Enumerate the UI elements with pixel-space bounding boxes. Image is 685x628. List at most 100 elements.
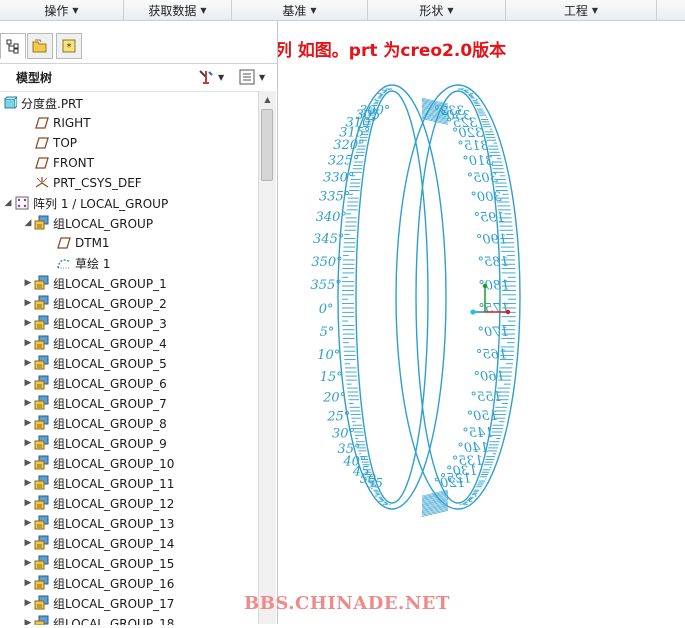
dial-label-left: 15°	[320, 370, 343, 385]
tree-item[interactable]: ▶ 组LOCAL_GROUP_3	[22, 313, 167, 333]
group-icon	[34, 395, 50, 411]
expand-closed-icon[interactable]: ▶	[22, 318, 34, 328]
dial-label-left: 340°	[316, 210, 347, 225]
group-icon	[34, 455, 50, 471]
tree-item-label: TOP	[53, 136, 78, 150]
group-icon	[34, 375, 50, 391]
expand-closed-icon[interactable]: ▶	[22, 578, 34, 588]
dial-label-right: 185°	[477, 255, 508, 270]
expand-open-icon[interactable]: ◢	[2, 198, 14, 208]
tree-item-label: 组LOCAL_GROUP_2	[53, 296, 167, 311]
ribbon-group-4[interactable]: 工程 ▼	[506, 0, 657, 20]
tab-model-tree[interactable]	[0, 33, 26, 59]
tree-item[interactable]: 分度盘.PRT	[2, 93, 83, 113]
group-icon	[34, 435, 50, 451]
scrollbar-thumb[interactable]	[261, 109, 273, 181]
dial-label-right: 155°	[470, 390, 501, 405]
dial-label-right: 310°	[462, 154, 493, 169]
tree-item-label: 组LOCAL_GROUP_8	[53, 416, 167, 431]
tree-item-label: 阵列 1 / LOCAL_GROUP	[33, 196, 169, 211]
tree-item[interactable]: ▶ 组LOCAL_GROUP_1	[22, 273, 167, 293]
tree-item[interactable]: ▶ 组LOCAL_GROUP_2	[22, 293, 167, 313]
dial-label-right: 150°	[467, 409, 498, 424]
tree-scrollbar[interactable]: ▲	[258, 91, 276, 624]
tree-item[interactable]: ▶ 组LOCAL_GROUP_4	[22, 333, 167, 353]
x-axis-tip	[505, 309, 511, 315]
tree-item[interactable]: DTM1	[44, 233, 110, 253]
ribbon-group-2[interactable]: 基准 ▼	[232, 0, 368, 20]
tree-item[interactable]: FRONT	[22, 153, 94, 173]
expand-closed-icon[interactable]: ▶	[22, 298, 34, 308]
expand-closed-icon[interactable]: ▶	[22, 518, 34, 528]
ribbon-group-0[interactable]: 操作 ▼	[0, 0, 124, 20]
group-icon	[34, 355, 50, 371]
expand-closed-icon[interactable]: ▶	[22, 398, 34, 408]
dial-label-right: 120°	[434, 476, 465, 491]
tab-favorites[interactable]: *	[56, 33, 82, 59]
group-icon	[34, 595, 50, 611]
expand-closed-icon[interactable]: ▶	[22, 598, 34, 608]
tree-item[interactable]: ▶ 组LOCAL_GROUP_12	[22, 493, 174, 513]
expand-closed-icon[interactable]: ▶	[22, 278, 34, 288]
chevron-down-icon: ▼	[200, 5, 207, 15]
expand-closed-icon[interactable]: ▶	[22, 498, 34, 508]
expand-closed-icon[interactable]: ▶	[22, 378, 34, 388]
tree-settings-button[interactable]: ▼	[197, 68, 224, 86]
tree-item[interactable]: ▶ 组LOCAL_GROUP_11	[22, 473, 174, 493]
tree-item[interactable]: ▶ 组LOCAL_GROUP_18	[22, 613, 174, 625]
tree-item[interactable]: ▶ 组LOCAL_GROUP_13	[22, 513, 174, 533]
tree-item[interactable]: TOP	[22, 133, 77, 153]
scroll-up-icon[interactable]: ▲	[259, 91, 276, 108]
favorites-icon: *	[62, 39, 76, 53]
expand-open-icon[interactable]: ◢	[22, 218, 34, 228]
tree-item[interactable]: ◢ 组LOCAL_GROUP	[22, 213, 153, 233]
tree-item[interactable]: ▶ 组LOCAL_GROUP_7	[22, 393, 167, 413]
expand-closed-icon[interactable]: ▶	[22, 558, 34, 568]
expand-closed-icon[interactable]: ▶	[22, 338, 34, 348]
svg-text:*: *	[67, 42, 72, 53]
dial-label-left: 25°	[326, 410, 350, 425]
expand-closed-icon[interactable]: ▶	[22, 458, 34, 468]
tree-item-label: 组LOCAL_GROUP_16	[53, 576, 175, 591]
expand-closed-icon[interactable]: ▶	[22, 438, 34, 448]
dial-label-right: 190°	[476, 232, 507, 247]
group-icon	[34, 215, 50, 231]
part-icon	[2, 95, 18, 111]
navigator-tabs: *	[0, 33, 277, 59]
tree-item[interactable]: ▶ 组LOCAL_GROUP_5	[22, 353, 167, 373]
tree-item[interactable]: PRT_CSYS_DEF	[22, 173, 142, 193]
tree-item[interactable]: ▶ 组LOCAL_GROUP_16	[22, 573, 174, 593]
expand-closed-icon[interactable]: ▶	[22, 478, 34, 488]
tree-item[interactable]: ▶ 组LOCAL_GROUP_10	[22, 453, 174, 473]
tree-item[interactable]: ▶ 组LOCAL_GROUP_9	[22, 433, 167, 453]
group-icon	[34, 315, 50, 331]
datum-plane-icon	[34, 155, 50, 171]
expand-closed-icon[interactable]: ▶	[22, 418, 34, 428]
tree-item[interactable]: ▶ 组LOCAL_GROUP_17	[22, 593, 174, 613]
tree-item[interactable]: ▶ 组LOCAL_GROUP_14	[22, 533, 174, 553]
tree-item[interactable]: RIGHT	[22, 113, 91, 133]
tree-item[interactable]: ▶ 组LOCAL_GROUP_8	[22, 413, 167, 433]
ribbon-group-label: 形状	[419, 3, 444, 18]
ribbon-group-3[interactable]: 形状 ▼	[368, 0, 506, 20]
expand-closed-icon[interactable]: ▶	[22, 538, 34, 548]
tree-item[interactable]: ▶ 组LOCAL_GROUP_6	[22, 373, 167, 393]
tree-show-button[interactable]: ▼	[238, 68, 265, 86]
dial-label-left: 0°	[319, 302, 334, 317]
y-axis-tip	[482, 283, 488, 289]
tree-item[interactable]: ▶ 组LOCAL_GROUP_15	[22, 553, 174, 573]
tab-folder-browser[interactable]	[27, 33, 53, 59]
expand-closed-icon[interactable]: ▶	[22, 358, 34, 368]
group-icon	[34, 535, 50, 551]
chevron-down-icon: ▼	[72, 5, 79, 15]
group-icon	[34, 515, 50, 531]
tree-item-label: 组LOCAL_GROUP	[53, 216, 154, 231]
dial-label-right: 175°	[478, 302, 509, 317]
tree-item[interactable]: ◢ 阵列 1 / LOCAL_GROUP	[2, 193, 168, 213]
ribbon-group-1[interactable]: 获取数据 ▼	[124, 0, 232, 20]
graphics-viewport[interactable]: 300° 305 310° 315° 320° 325° 330° 335° 340° 345° 3…	[278, 60, 685, 624]
datum-plane-icon	[34, 135, 50, 151]
model-tree-icon	[6, 39, 19, 54]
chevron-down-icon: ▼	[310, 5, 317, 15]
tree-item[interactable]: 草绘 1	[44, 253, 110, 273]
